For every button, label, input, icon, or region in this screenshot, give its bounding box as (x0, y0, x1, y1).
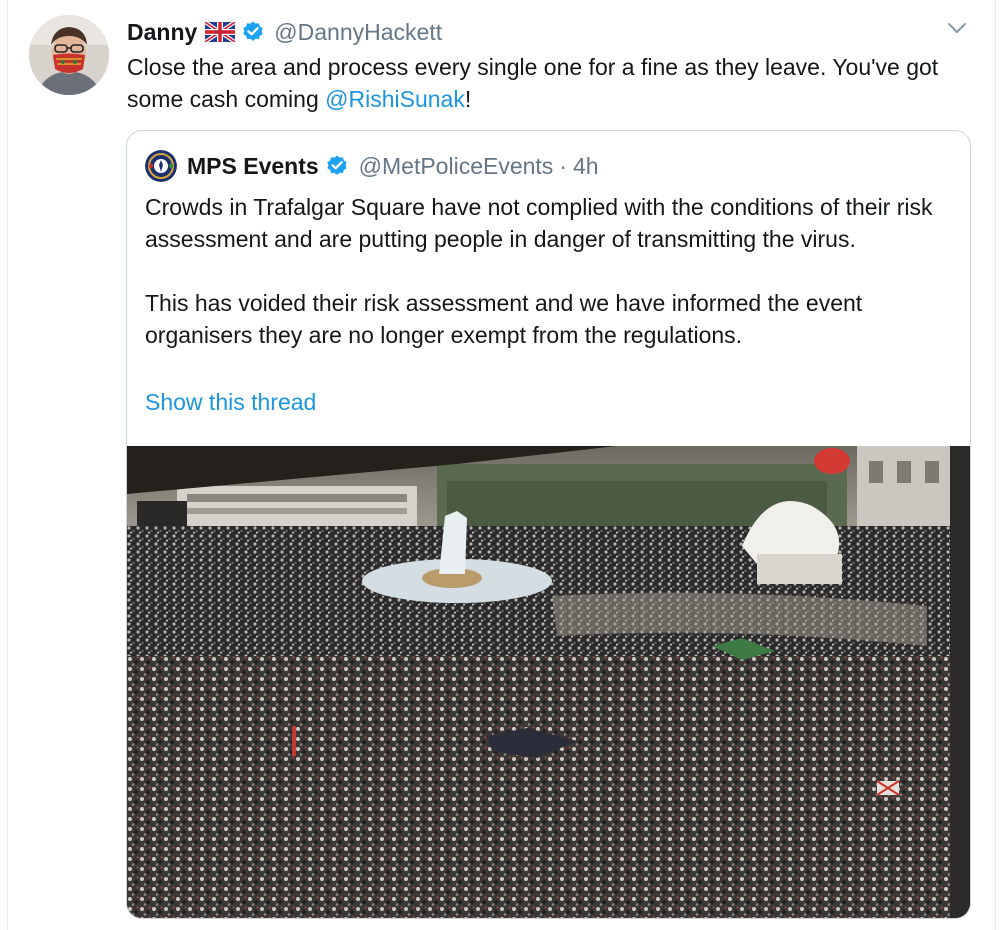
separator-dot: · (559, 152, 567, 179)
tweet-text-end: ! (464, 86, 472, 112)
union-jack-flag-icon (205, 22, 236, 42)
quoted-author-avatar (145, 150, 177, 182)
timeline-right-border (995, 0, 996, 930)
tweet-text: Close the area and process every single … (127, 51, 967, 115)
quoted-tweet-card[interactable]: MPS Events @MetPoliceEvents · 4h Crowds … (126, 130, 971, 919)
tweet-text-body: Close the area and process every single … (127, 54, 939, 112)
quoted-author-name[interactable]: MPS Events (187, 153, 319, 180)
tweet-header: Danny @DannyHackett (127, 15, 442, 49)
timeline-left-border (7, 0, 8, 930)
quoted-paragraph: This has voided their risk assessment an… (145, 290, 863, 348)
crowd-photo[interactable] (127, 446, 970, 918)
quoted-author-handle[interactable]: @MetPoliceEvents (359, 153, 554, 180)
author-avatar[interactable] (29, 15, 109, 95)
mention-link[interactable]: @RishiSunak (325, 86, 465, 112)
author-handle[interactable]: @DannyHackett (274, 19, 442, 46)
show-thread-link[interactable]: Show this thread (145, 389, 316, 416)
quoted-tweet-text: Crowds in Trafalgar Square have not comp… (145, 191, 960, 351)
verified-badge-icon (325, 154, 349, 178)
chevron-down-icon[interactable] (944, 15, 970, 41)
author-name[interactable]: Danny (127, 19, 197, 46)
verified-badge-icon (241, 20, 265, 44)
quoted-tweet-header: MPS Events @MetPoliceEvents · 4h (145, 149, 599, 183)
quoted-paragraph: Crowds in Trafalgar Square have not comp… (145, 194, 933, 252)
quoted-timestamp[interactable]: 4h (573, 153, 599, 180)
